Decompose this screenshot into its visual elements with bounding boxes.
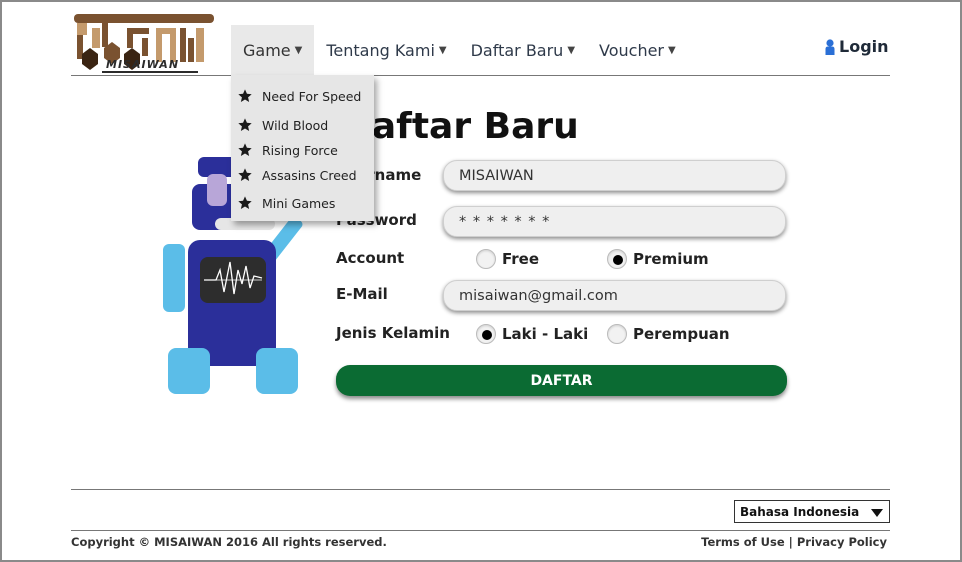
star-icon (238, 89, 252, 102)
caret-down-icon (871, 509, 883, 517)
language-select[interactable]: Bahasa Indonesia (734, 500, 890, 523)
account-premium-label: Premium (633, 250, 709, 268)
gender-label: Jenis Kelamin (336, 324, 450, 342)
daftar-button[interactable]: DAFTAR (336, 365, 787, 396)
logo-underline (102, 71, 198, 73)
dropdown-item-label: Mini Games (262, 195, 336, 211)
username-input[interactable]: MISAIWAN (443, 160, 786, 191)
nav-item-voucher[interactable]: Voucher ▼ (587, 25, 688, 75)
game-dropdown-menu: Need For Speed Wild Blood Rising Force A… (231, 75, 374, 221)
dropdown-item-label: Wild Blood (262, 117, 329, 133)
nav-label-tentang-kami: Tentang Kami (326, 40, 435, 60)
caret-down-icon: ▼ (567, 44, 576, 56)
caret-down-icon: ▼ (438, 44, 447, 56)
footer-divider-bottom (71, 530, 890, 531)
nav-item-tentang-kami[interactable]: Tentang Kami ▼ (314, 25, 458, 75)
account-premium-radio[interactable]: Premium (607, 249, 709, 269)
star-icon (238, 118, 252, 131)
main-nav: Game ▼ Tentang Kami ▼ Daftar Baru ▼ Voucher… (231, 25, 688, 75)
star-icon (238, 196, 252, 209)
gender-female-label: Perempuan (633, 325, 730, 343)
dropdown-item-wild-blood[interactable]: Wild Blood (237, 117, 328, 133)
terms-link[interactable]: Terms of Use (701, 535, 785, 549)
dropdown-item-label: Rising Force (262, 142, 338, 158)
gender-male-label: Laki - Laki (502, 325, 589, 343)
caret-down-icon: ▼ (668, 44, 676, 56)
star-icon (238, 143, 252, 156)
account-free-label: Free (502, 250, 540, 268)
login-label: Login (839, 37, 889, 56)
dropdown-item-label: Assasins Creed (262, 167, 357, 183)
nav-item-daftar-baru[interactable]: Daftar Baru ▼ (459, 25, 587, 75)
nav-label-game: Game (243, 40, 291, 60)
radio-free-dot (476, 249, 496, 269)
dropdown-item-label: Need For Speed (262, 88, 362, 104)
footer-link-separator: | (788, 535, 793, 549)
gender-male-radio[interactable]: Laki - Laki (476, 324, 588, 344)
account-free-radio[interactable]: Free (476, 249, 539, 269)
email-label: E-Mail (336, 285, 388, 303)
dropdown-item-rising-force[interactable]: Rising Force (237, 142, 338, 158)
page-title: Daftar Baru (342, 106, 579, 147)
dropdown-item-assasins-creed[interactable]: Assasins Creed (237, 167, 357, 183)
privacy-link[interactable]: Privacy Policy (797, 535, 887, 549)
nav-item-game[interactable]: Game ▼ (231, 25, 315, 75)
header-divider (71, 75, 890, 76)
caret-down-icon: ▼ (294, 44, 303, 56)
login-link[interactable]: Login (824, 37, 889, 56)
dropdown-item-mini-games[interactable]: Mini Games (237, 195, 335, 211)
gender-female-radio[interactable]: Perempuan (607, 324, 730, 344)
copyright-text: Copyright © MISAIWAN 2016 All rights res… (71, 535, 387, 549)
nav-label-daftar-baru: Daftar Baru (470, 40, 564, 60)
email-input[interactable]: misaiwan@gmail.com (443, 280, 786, 311)
password-input[interactable]: * * * * * * * (443, 206, 786, 237)
footer-divider-top (71, 489, 890, 490)
footer-links: Terms of Use | Privacy Policy (701, 535, 887, 549)
language-select-value: Bahasa Indonesia (740, 504, 860, 519)
radio-female-dot (607, 324, 627, 344)
radio-male-dot (476, 324, 496, 344)
user-icon (825, 38, 835, 55)
star-icon (238, 168, 252, 181)
account-label: Account (336, 249, 405, 267)
page-frame: MISAIWAN Game ▼ Tentang Kami ▼ Daftar Baru… (0, 0, 962, 562)
dropdown-item-need-for-speed[interactable]: Need For Speed (237, 88, 361, 104)
logo-text: MISAIWAN (106, 58, 180, 71)
radio-premium-dot (607, 249, 627, 269)
nav-label-voucher: Voucher (599, 40, 665, 60)
